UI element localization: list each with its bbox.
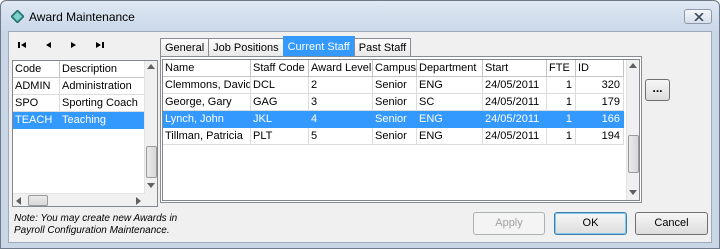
- current-staff-panel: Name Staff Code Award Level Campus Depar…: [160, 56, 642, 203]
- scroll-down-icon[interactable]: [147, 183, 155, 188]
- previous-icon: [46, 42, 51, 48]
- staff-row[interactable]: Clemmons, David DCL 2 Senior ENG 24/05/2…: [163, 77, 624, 94]
- award-code-cell: ADMIN: [13, 78, 60, 95]
- campus-cell: Senior: [373, 77, 417, 94]
- tab-past-staff[interactable]: Past Staff: [353, 38, 412, 57]
- scroll-down-icon[interactable]: [629, 190, 637, 195]
- column-header-staff-code[interactable]: Staff Code: [251, 60, 309, 77]
- next-record-button[interactable]: [65, 38, 81, 52]
- title-bar[interactable]: Award Maintenance: [1, 1, 719, 31]
- more-options-button[interactable]: ...: [645, 79, 670, 101]
- campus-cell: Senior: [373, 128, 417, 145]
- award-row[interactable]: ADMIN Administration: [13, 78, 145, 95]
- staff-name-cell: George, Gary: [163, 94, 251, 111]
- close-icon: [694, 13, 704, 21]
- fte-cell: 1: [547, 77, 576, 94]
- award-code-cell: SPO: [13, 95, 60, 112]
- award-level-cell: 3: [309, 94, 373, 111]
- start-cell: 24/05/2011: [483, 128, 547, 145]
- start-cell: 24/05/2011: [483, 94, 547, 111]
- column-header-name[interactable]: Name: [163, 60, 251, 77]
- skip-to-last-icon: [96, 42, 104, 48]
- staff-grid-header: Name Staff Code Award Level Campus Depar…: [163, 60, 624, 77]
- staff-name-cell: Lynch, John: [163, 111, 251, 128]
- skip-to-first-icon: [18, 42, 26, 48]
- department-cell: SC: [417, 94, 483, 111]
- first-record-button[interactable]: [15, 38, 31, 52]
- award-row-selected[interactable]: TEACH Teaching: [13, 112, 145, 129]
- staff-vertical-scrollbar[interactable]: [626, 60, 639, 200]
- awards-grid[interactable]: Code Description ADMIN Administration SP…: [12, 60, 158, 207]
- current-staff-grid[interactable]: Name Staff Code Award Level Campus Depar…: [162, 59, 640, 201]
- scroll-up-icon[interactable]: [629, 63, 637, 68]
- staff-code-cell: GAG: [251, 94, 309, 111]
- tab-job-positions[interactable]: Job Positions: [208, 38, 284, 57]
- app-diamond-icon: [11, 10, 24, 23]
- id-cell: 194: [576, 128, 624, 145]
- scroll-up-icon[interactable]: [147, 64, 155, 69]
- apply-button[interactable]: Apply: [473, 212, 545, 235]
- award-maintenance-window: Award Maintenance Code Description ADMIN…: [0, 0, 720, 249]
- awards-grid-header: Code Description: [13, 61, 145, 78]
- close-button[interactable]: [684, 9, 712, 24]
- column-header-fte[interactable]: FTE: [547, 60, 576, 77]
- column-header-start[interactable]: Start: [483, 60, 547, 77]
- award-level-cell: 4: [309, 111, 373, 128]
- column-header-department[interactable]: Department: [417, 60, 483, 77]
- staff-code-cell: JKL: [251, 111, 309, 128]
- scroll-left-icon[interactable]: [16, 197, 21, 205]
- scroll-right-icon[interactable]: [136, 197, 141, 205]
- tab-current-staff[interactable]: Current Staff: [282, 36, 355, 57]
- last-record-button[interactable]: [91, 38, 107, 52]
- scrollbar-thumb[interactable]: [146, 146, 157, 178]
- id-cell: 320: [576, 77, 624, 94]
- fte-cell: 1: [547, 128, 576, 145]
- department-cell: ENG: [417, 77, 483, 94]
- awards-horizontal-scrollbar[interactable]: [13, 193, 145, 206]
- ok-button[interactable]: OK: [554, 212, 627, 235]
- campus-cell: Senior: [373, 94, 417, 111]
- award-description-cell: Teaching: [60, 112, 145, 129]
- fte-cell: 1: [547, 111, 576, 128]
- scrollbar-thumb[interactable]: [28, 195, 48, 206]
- note-line-2: Payroll Configuration Maintenance.: [14, 225, 170, 236]
- staff-code-cell: PLT: [251, 128, 309, 145]
- id-cell: 166: [576, 111, 624, 128]
- campus-cell: Senior: [373, 111, 417, 128]
- department-cell: ENG: [417, 111, 483, 128]
- start-cell: 24/05/2011: [483, 77, 547, 94]
- award-description-cell: Sporting Coach: [60, 95, 145, 112]
- configuration-note: Note: You may create new Awards in Payro…: [14, 213, 244, 237]
- column-header-award-level[interactable]: Award Level: [309, 60, 373, 77]
- column-header-campus[interactable]: Campus: [373, 60, 417, 77]
- column-header-id[interactable]: ID: [576, 60, 624, 77]
- staff-row[interactable]: George, Gary GAG 3 Senior SC 24/05/2011 …: [163, 94, 624, 111]
- fte-cell: 1: [547, 94, 576, 111]
- client-area: Code Description ADMIN Administration SP…: [8, 31, 712, 243]
- staff-name-cell: Tillman, Patricia: [163, 128, 251, 145]
- column-header-description[interactable]: Description: [60, 61, 145, 78]
- award-description-cell: Administration: [60, 78, 145, 95]
- staff-row[interactable]: Tillman, Patricia PLT 5 Senior ENG 24/05…: [163, 128, 624, 145]
- note-line-1: Note: You may create new Awards in: [14, 213, 178, 224]
- previous-record-button[interactable]: [41, 38, 57, 52]
- staff-name-cell: Clemmons, David: [163, 77, 251, 94]
- start-cell: 24/05/2011: [483, 111, 547, 128]
- tab-strip: General Job Positions Current Staff Past…: [160, 36, 412, 57]
- id-cell: 179: [576, 94, 624, 111]
- cancel-button[interactable]: Cancel: [635, 212, 708, 235]
- award-level-cell: 2: [309, 77, 373, 94]
- column-header-code[interactable]: Code: [13, 61, 60, 78]
- tab-general[interactable]: General: [160, 38, 210, 57]
- window-title: Award Maintenance: [29, 10, 135, 24]
- award-row[interactable]: SPO Sporting Coach: [13, 95, 145, 112]
- award-code-cell: TEACH: [13, 112, 60, 129]
- staff-row-selected[interactable]: Lynch, John JKL 4 Senior ENG 24/05/2011 …: [163, 111, 624, 128]
- awards-vertical-scrollbar[interactable]: [144, 61, 157, 206]
- scrollbar-thumb[interactable]: [628, 135, 639, 173]
- award-level-cell: 5: [309, 128, 373, 145]
- next-icon: [71, 42, 76, 48]
- department-cell: ENG: [417, 128, 483, 145]
- staff-code-cell: DCL: [251, 77, 309, 94]
